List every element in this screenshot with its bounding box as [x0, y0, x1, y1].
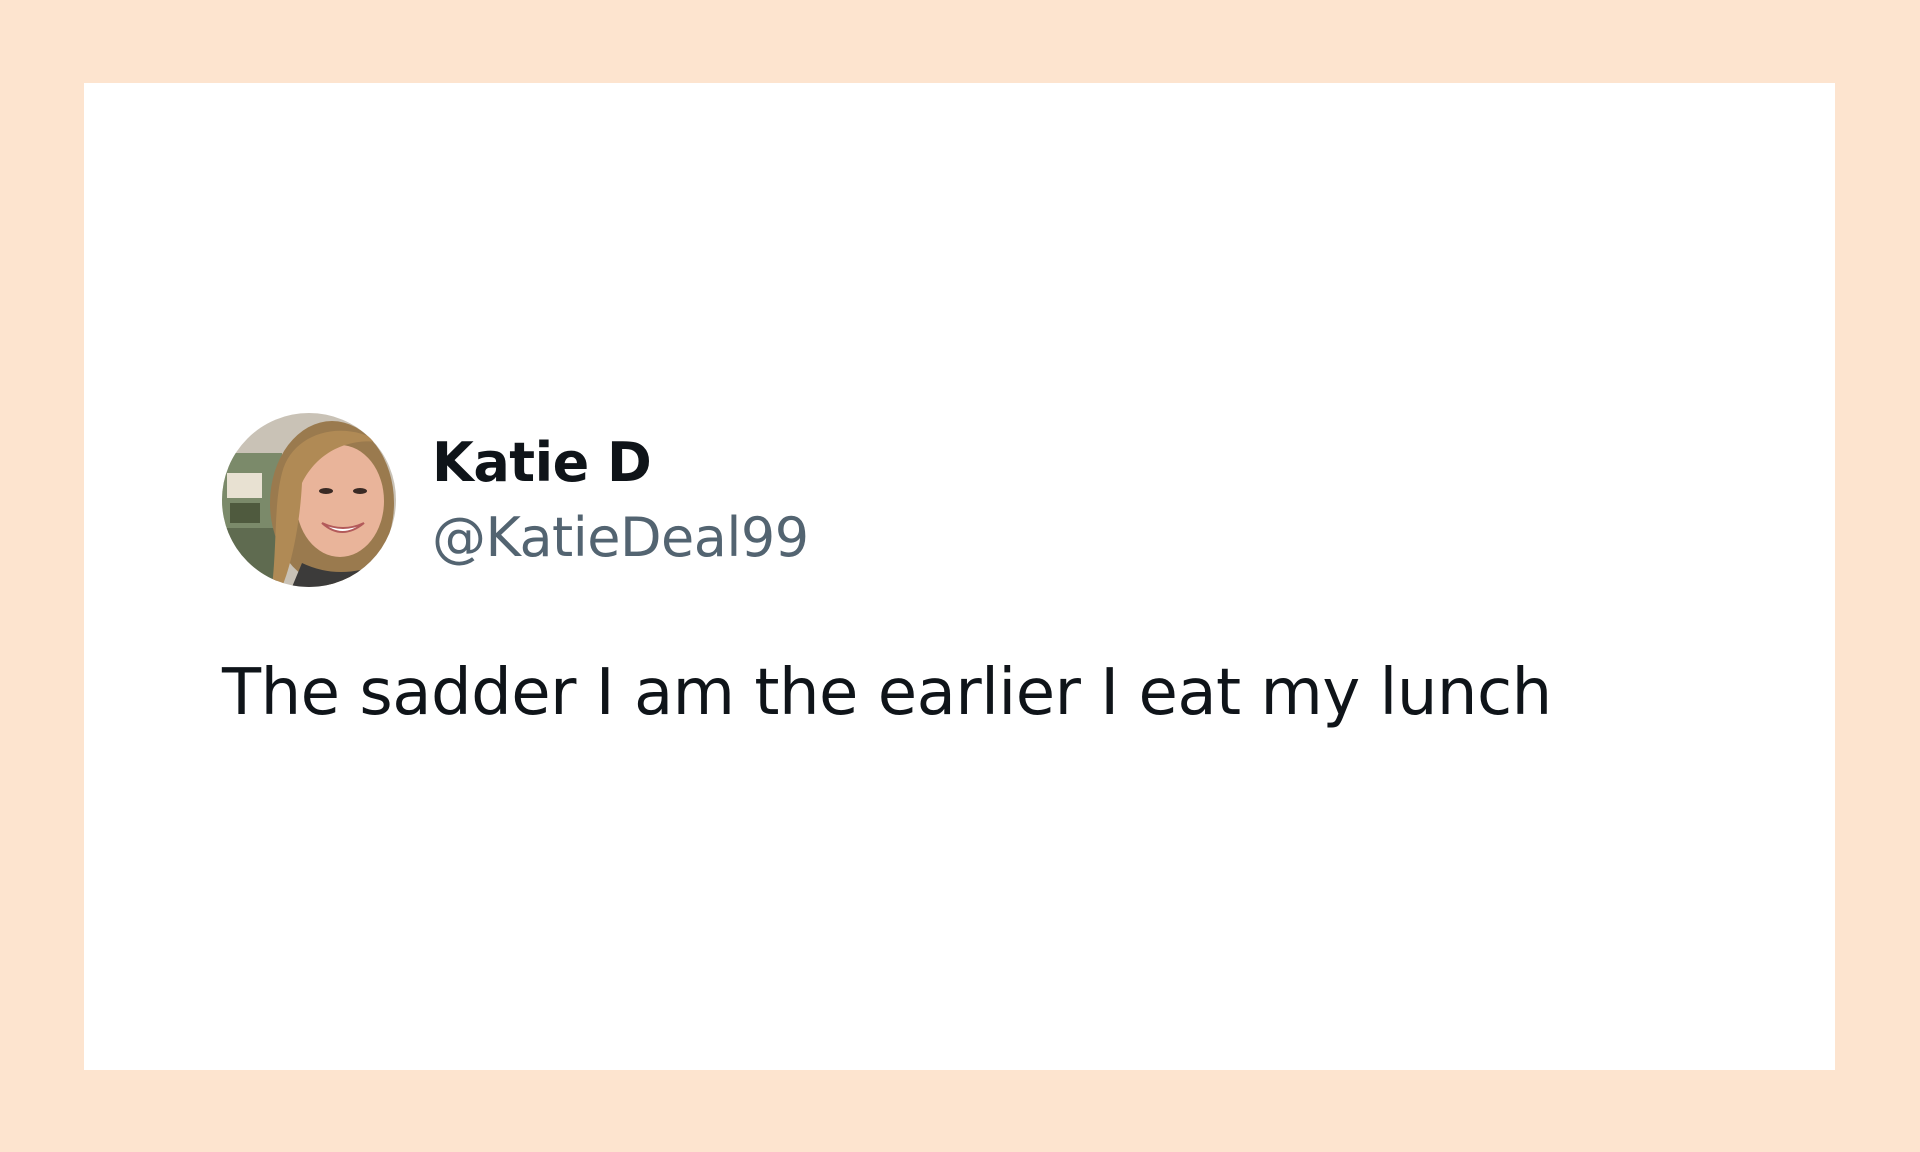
avatar-photo: [222, 413, 396, 587]
tweet-header: Katie D @KatieDeal99: [222, 413, 1722, 587]
tweet: Katie D @KatieDeal99 The sadder I am the…: [222, 413, 1722, 733]
tweet-card-frame: Katie D @KatieDeal99 The sadder I am the…: [84, 83, 1835, 1070]
tweet-text: The sadder I am the earlier I eat my lun…: [222, 656, 1552, 730]
author-handle[interactable]: @KatieDeal99: [432, 504, 809, 572]
author-display-name[interactable]: Katie D: [432, 429, 809, 497]
author-names: Katie D @KatieDeal99: [432, 429, 809, 572]
avatar[interactable]: [222, 413, 396, 587]
